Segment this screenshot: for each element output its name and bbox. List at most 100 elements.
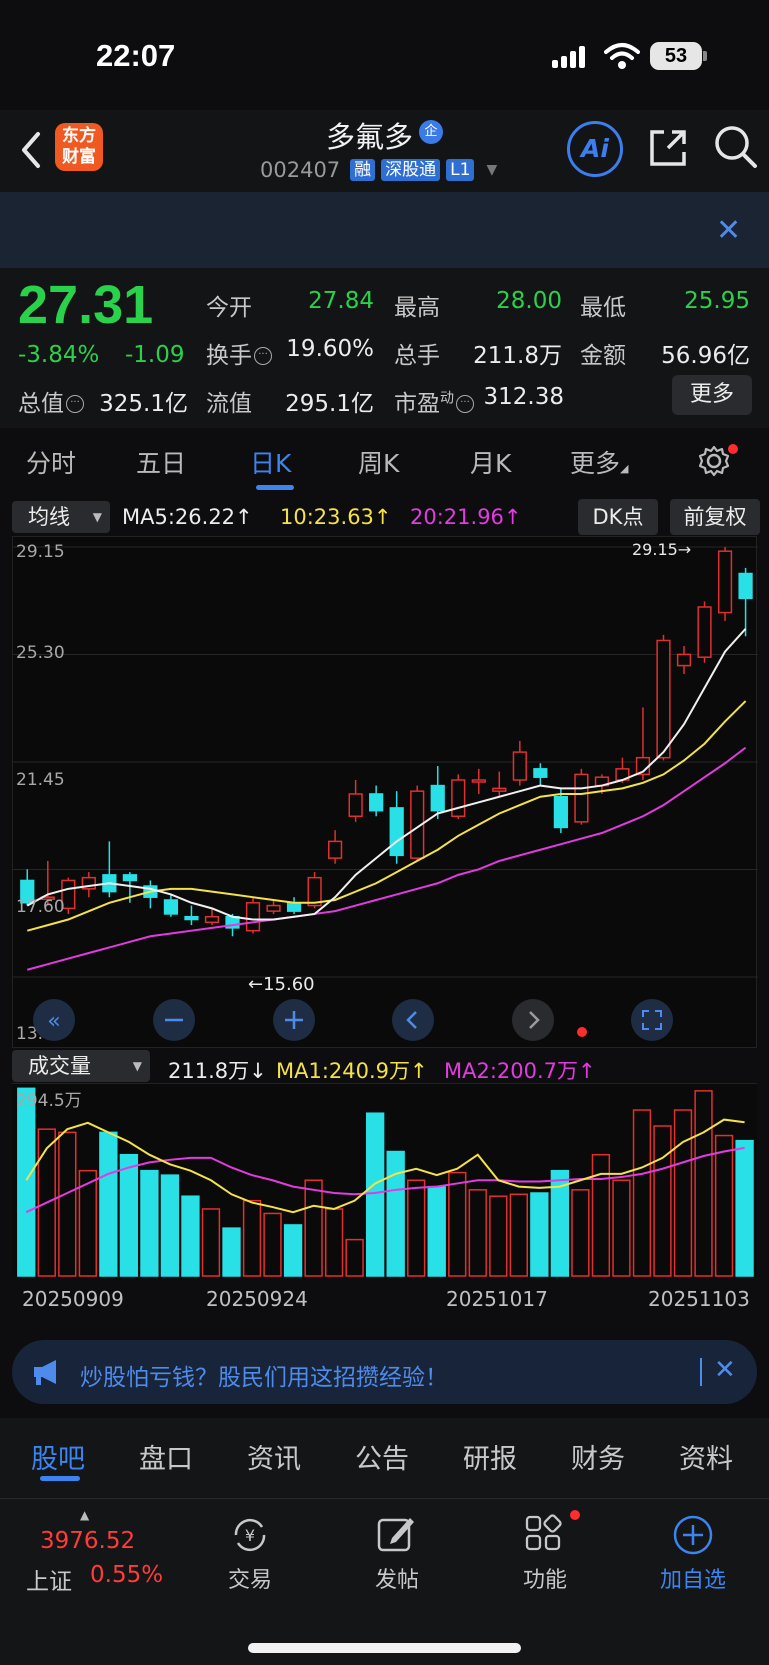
candle-down [738, 572, 753, 600]
volume-bar-up [571, 1189, 590, 1277]
tab-announcements[interactable]: 公告 [355, 1437, 409, 1476]
tab-daily-k[interactable]: 日K [250, 444, 291, 480]
volume-bar-up [263, 1212, 282, 1277]
x-tick-label: 20250909 [22, 1287, 124, 1311]
tab-monthly-k[interactable]: 月K [470, 444, 511, 480]
candle-down [369, 793, 384, 812]
share-icon[interactable] [646, 126, 690, 170]
tab-finance[interactable]: 财务 [571, 1437, 625, 1476]
indicator-dot [577, 1027, 587, 1037]
tab-more[interactable]: 更多◢ [570, 444, 628, 480]
volume-chart[interactable] [12, 1083, 757, 1277]
volume-svg [17, 1087, 754, 1277]
adjustment-button[interactable]: 前复权 [670, 499, 760, 535]
quote-label: 换手 ··· [206, 336, 272, 370]
candle-up [204, 915, 220, 924]
ma20-text: 20:21.96 [410, 505, 504, 529]
y-tick-label: 17.60 [16, 897, 65, 917]
tab-news[interactable]: 资讯 [247, 1437, 301, 1476]
scroll-left-button[interactable] [391, 998, 435, 1042]
more-quote-button[interactable]: 更多 [672, 375, 752, 415]
quote-value: 325.1亿 [99, 391, 188, 417]
tab-order-book[interactable]: 盘口 [139, 1437, 193, 1476]
ai-assistant-button[interactable]: Ai [567, 121, 623, 177]
gear-icon[interactable] [697, 444, 731, 478]
stock-code-row[interactable]: 002407 融 深股通 L1 ▼ [260, 158, 497, 182]
vol-ma2-text: MA2:200.7万 [444, 1059, 579, 1083]
tab-profile[interactable]: 资料 [679, 1437, 733, 1476]
volume-selector-label: 成交量 [28, 1054, 91, 1078]
nav-add-watchlist[interactable]: 加自选 [643, 1562, 743, 1594]
tab-intraday[interactable]: 分时 [26, 444, 76, 480]
add-watchlist-icon[interactable] [672, 1514, 714, 1556]
high-annotation: 29.15→ [632, 540, 692, 559]
info-dots-icon[interactable]: ··· [456, 395, 474, 413]
volume-bar-up [304, 1179, 323, 1277]
mcap-label: 总值 [18, 391, 64, 417]
indicator-selector[interactable]: 均线 ▼ [12, 501, 110, 533]
arrow-down-icon: ↓ [249, 1059, 267, 1083]
candle-down [430, 784, 445, 812]
functions-icon[interactable] [524, 1514, 564, 1554]
index-name[interactable]: 上证 [26, 1562, 72, 1596]
quote-value: 19.60% [286, 336, 374, 362]
tag-level1: L1 [446, 159, 475, 181]
zoom-in-button[interactable] [272, 998, 316, 1042]
quote-label: 流值 [206, 391, 252, 417]
nav-functions[interactable]: 功能 [495, 1562, 595, 1594]
close-icon[interactable]: ✕ [714, 1355, 736, 1385]
volume-bar-down [99, 1131, 118, 1277]
y-tick-label: 25.30 [16, 643, 65, 663]
candle-up [697, 606, 712, 658]
post-icon[interactable] [376, 1514, 416, 1554]
candle-up [676, 653, 692, 667]
scroll-right-button[interactable] [511, 998, 555, 1042]
kline-chart[interactable] [12, 536, 758, 1048]
volume-bar-down [735, 1139, 754, 1277]
candle-up [245, 902, 261, 932]
fullscreen-button[interactable] [630, 998, 674, 1042]
notification-dot [728, 444, 738, 454]
tab-weekly-k[interactable]: 周K [358, 444, 399, 480]
caret-down-icon: ▼ [92, 510, 102, 524]
tab-research[interactable]: 研报 [463, 1437, 517, 1476]
candle-down [184, 915, 199, 921]
tab-forum[interactable]: 股吧 [31, 1437, 85, 1476]
nav-trade[interactable]: 交易 [200, 1562, 300, 1594]
vol-ma1-value: MA1:240.9万↑ [276, 1055, 428, 1085]
nav-post[interactable]: 发帖 [347, 1562, 447, 1594]
candle-down [553, 795, 568, 829]
enterprise-badge: 企 [419, 120, 443, 144]
dk-point-button[interactable]: DK点 [578, 499, 658, 535]
ma20-line [26, 746, 747, 971]
ad-text[interactable]: 炒股怕亏钱？股民们用这招攒经验！ [80, 1358, 448, 1392]
arrow-up-icon: ↑ [235, 505, 253, 529]
caret-up-icon: ▲ [80, 1508, 90, 1522]
zoom-out-button[interactable] [152, 998, 196, 1042]
candle-up [574, 773, 589, 823]
quote-value: 295.1亿 [285, 391, 374, 417]
index-value[interactable]: 3976.52 [40, 1528, 135, 1554]
notification-dot [570, 1510, 580, 1520]
volume-bar-up [694, 1090, 713, 1277]
arrow-up-icon: ↑ [578, 1059, 596, 1083]
low-annotation: ←15.60 [248, 974, 315, 995]
candle-down [163, 899, 179, 915]
info-dots-icon[interactable]: ··· [254, 347, 272, 365]
volume-bar-down [365, 1112, 385, 1277]
quote-value: 211.8万 [473, 343, 562, 369]
info-dots-icon[interactable]: ··· [66, 395, 84, 413]
volume-indicator-selector[interactable]: 成交量 ▼ [12, 1050, 150, 1082]
search-icon[interactable] [713, 124, 759, 170]
volume-max-label: 294.5万 [16, 1091, 82, 1111]
scroll-left-fast-button[interactable]: « [32, 998, 76, 1042]
candle-down [122, 874, 137, 882]
change-percent: -3.84% [18, 342, 100, 368]
tab-five-day[interactable]: 五日 [136, 444, 186, 480]
vol-ma2-value: MA2:200.7万↑ [444, 1055, 596, 1085]
close-icon[interactable]: ✕ [716, 213, 741, 248]
volume-bar-up [201, 1208, 221, 1277]
trade-icon[interactable]: ¥ [228, 1515, 272, 1555]
index-change[interactable]: 0.55% [90, 1562, 163, 1588]
volume-bar-up [714, 1134, 734, 1277]
